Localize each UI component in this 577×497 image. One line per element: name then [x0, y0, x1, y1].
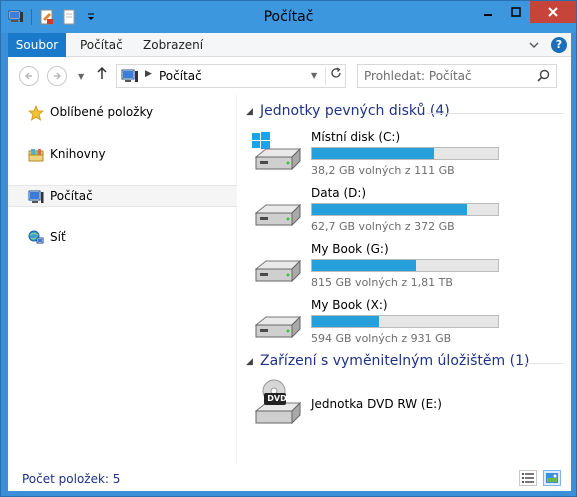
drive-usage-fill	[312, 204, 467, 215]
maximize-button[interactable]	[502, 1, 530, 23]
content-area: Oblíbené položky Knihovny Počítač Síť ◢ …	[8, 95, 571, 464]
drive-usage-fill	[312, 316, 380, 327]
window-controls	[474, 1, 576, 23]
computer-icon	[121, 69, 139, 86]
hard-drive-icon	[252, 185, 304, 233]
drive-usage-bar	[311, 315, 499, 328]
title-bar: Počítač	[1, 1, 576, 33]
drive-item-d[interactable]: Data (D:) 62,7 GB volných z 372 GB	[252, 185, 512, 237]
group-divider	[520, 363, 563, 364]
ribbon: Soubor Počítač Zobrazení ?	[8, 33, 571, 57]
address-dropdown-icon[interactable]: ▼	[311, 71, 317, 80]
drive-name: My Book (X:)	[311, 298, 388, 312]
drive-item-x[interactable]: My Book (X:) 594 GB volných z 931 GB	[252, 297, 512, 349]
ribbon-right-controls: ?	[529, 37, 567, 53]
minimize-button[interactable]	[474, 1, 502, 23]
group-divider	[426, 113, 563, 114]
drive-name: My Book (G:)	[311, 242, 389, 256]
address-row: ▼ ▶ Počítač ▼	[8, 57, 571, 95]
refresh-button[interactable]	[325, 67, 345, 85]
dvd-drive-icon	[252, 379, 304, 427]
nav-item-favorites[interactable]: Oblíbené položky	[8, 102, 237, 124]
search-box	[357, 64, 557, 88]
recent-locations-icon[interactable]: ▼	[78, 72, 84, 81]
nav-item-label: Knihovny	[50, 147, 106, 161]
drive-usage-bar	[311, 147, 499, 160]
nav-item-libraries[interactable]: Knihovny	[8, 144, 237, 166]
star-icon	[27, 104, 45, 121]
up-arrow-icon[interactable]	[96, 66, 108, 84]
close-button[interactable]	[530, 1, 576, 23]
drive-item-g[interactable]: My Book (G:) 815 GB volných z 1,81 TB	[252, 241, 512, 293]
expand-ribbon-icon[interactable]	[529, 38, 539, 52]
hard-drive-icon	[252, 241, 304, 289]
libraries-icon	[28, 147, 44, 163]
drive-free-space: 62,7 GB volných z 372 GB	[311, 220, 455, 233]
drive-usage-fill	[312, 148, 435, 159]
dvd-badge: DVD	[267, 394, 287, 403]
collapse-chevron-icon[interactable]: ◢	[246, 107, 253, 117]
network-icon	[28, 230, 44, 246]
tab-view[interactable]: Zobrazení	[135, 33, 211, 57]
collapse-chevron-icon[interactable]: ◢	[246, 357, 253, 367]
address-bar[interactable]: ▶ Počítač ▼	[116, 64, 346, 88]
drive-free-space: 815 GB volných z 1,81 TB	[311, 276, 453, 289]
tab-file[interactable]: Soubor	[8, 33, 66, 57]
drive-name: Jednotka DVD RW (E:)	[311, 397, 442, 411]
search-input[interactable]	[364, 68, 524, 84]
items-pane: ◢ Jednotky pevných disků (4) Místní disk…	[238, 95, 571, 464]
drive-free-space: 594 GB volných z 931 GB	[311, 332, 452, 345]
drive-usage-bar	[311, 203, 499, 216]
nav-item-network[interactable]: Síť	[8, 227, 237, 249]
breadcrumb-chevron-icon[interactable]: ▶	[145, 69, 152, 79]
back-button[interactable]	[19, 66, 39, 86]
hard-drive-icon	[252, 297, 304, 345]
breadcrumb[interactable]: Počítač	[159, 69, 202, 83]
nav-item-computer[interactable]: Počítač	[8, 185, 237, 207]
explorer-window: Počítač Soubor Počítač Zobrazení ? ▼ ▶ P…	[0, 0, 577, 497]
help-icon[interactable]: ?	[551, 37, 567, 53]
windows-drive-icon	[252, 129, 304, 177]
drive-item-e[interactable]: DVD Jednotka DVD RW (E:)	[252, 379, 512, 431]
tab-computer[interactable]: Počítač	[72, 33, 131, 57]
details-view-icon[interactable]	[519, 470, 537, 486]
computer-icon	[28, 189, 44, 205]
drive-item-c[interactable]: Místní disk (C:) 38,2 GB volných z 111 G…	[252, 129, 512, 181]
drive-name: Místní disk (C:)	[311, 130, 401, 144]
group-header-hard-drives[interactable]: ◢ Jednotky pevných disků (4)	[238, 103, 571, 123]
drive-usage-bar	[311, 259, 499, 272]
item-count: Počet položek: 5	[22, 472, 121, 486]
drive-usage-fill	[312, 260, 417, 271]
nav-item-label: Počítač	[50, 189, 93, 203]
tiles-view-icon[interactable]	[543, 470, 561, 486]
view-switcher	[519, 470, 561, 486]
group-header-removable[interactable]: ◢ Zařízení s vyměnitelným úložištěm (1)	[238, 353, 571, 373]
nav-item-label: Síť	[50, 230, 66, 244]
navigation-pane: Oblíbené položky Knihovny Počítač Síť	[8, 95, 237, 464]
forward-button[interactable]	[47, 66, 67, 86]
nav-item-label: Oblíbené položky	[50, 105, 154, 119]
status-bar: Počet položek: 5	[8, 464, 571, 491]
drive-free-space: 38,2 GB volných z 111 GB	[311, 164, 455, 177]
drive-name: Data (D:)	[311, 186, 367, 200]
search-icon[interactable]	[537, 69, 550, 85]
group-title: Jednotky pevných disků (4)	[260, 103, 450, 119]
group-title: Zařízení s vyměnitelným úložištěm (1)	[260, 353, 530, 369]
